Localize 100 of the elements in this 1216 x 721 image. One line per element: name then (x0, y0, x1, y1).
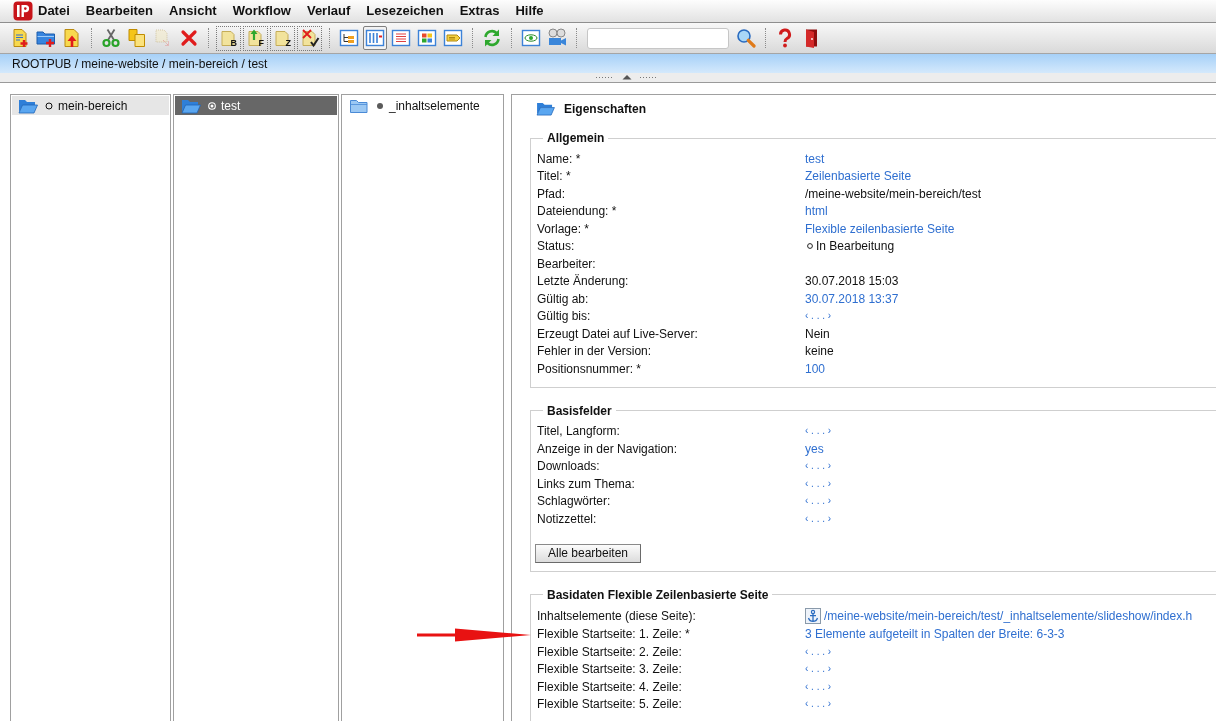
menu-item[interactable]: Workflow (224, 0, 299, 22)
folder-icon (349, 97, 369, 114)
open-folder-icon (181, 97, 201, 114)
field-label: Status: (537, 239, 576, 254)
field-value: /meine-website/mein-bereich/test (805, 186, 983, 201)
value-link[interactable]: test (805, 151, 1216, 166)
field-label: Downloads: (537, 459, 601, 474)
menu-item[interactable]: Lesezeichen (358, 0, 452, 22)
field-label: Flexible Startseite: 3. Zeile: (537, 662, 683, 677)
empty-value-link[interactable]: ‹ . . . › (805, 644, 1216, 659)
field-value: keine (805, 344, 835, 359)
empty-value-link[interactable]: ‹ . . . › (805, 424, 1216, 439)
folder-icon (536, 101, 555, 116)
empty-value-link[interactable]: ‹ . . . › (805, 679, 1216, 694)
menu-item[interactable]: Datei (30, 0, 78, 22)
hollow-circle-icon (807, 243, 813, 250)
menu-item[interactable]: Extras (451, 0, 508, 22)
status-text: In Bearbeitung (816, 239, 895, 254)
document-action-button[interactable] (297, 25, 322, 51)
breadcrumb-path: ROOTPUB / meine-website / mein-bereich / test (12, 56, 268, 71)
search-field[interactable] (587, 27, 729, 49)
app-logo-icon (13, 1, 33, 21)
scissors-icon (101, 28, 121, 48)
column-view-button[interactable] (363, 26, 387, 50)
empty-value-link[interactable]: ‹ . . . › (805, 511, 1216, 526)
field-label: Flexible Startseite: 1. Zeile: * (537, 627, 691, 642)
cross-icon (179, 28, 199, 48)
field-label: Gültig bis: (537, 309, 592, 324)
search-button[interactable] (734, 26, 758, 50)
field-label: Fehler in der Version: (537, 344, 653, 359)
field-value: Nein (805, 326, 831, 341)
field-label: Erzeugt Datei auf Live-Server: (537, 326, 699, 341)
film-projector-icon (547, 28, 567, 48)
empty-value-link[interactable]: ‹ . . . › (805, 476, 1216, 491)
field-label: Pfad: (537, 186, 567, 201)
menu-item[interactable]: Ansicht (161, 0, 225, 22)
menu-item[interactable]: Verlauf (298, 0, 359, 22)
empty-value-link[interactable]: ‹ . . . › (805, 309, 1216, 324)
empty-value-link[interactable]: ‹ . . . › (805, 662, 1216, 677)
folder-plus-icon (36, 28, 56, 48)
empty-value-link[interactable]: ‹ . . . › (805, 494, 1216, 509)
documents-icon (127, 28, 147, 48)
open-folder-icon (18, 97, 38, 114)
field-label: Notizzettel: (537, 511, 598, 526)
ring-dot-icon (208, 101, 216, 110)
value-link[interactable]: yes (805, 441, 1216, 456)
value-link[interactable]: Flexible zeilenbasierte Seite (805, 221, 1216, 236)
value-link[interactable]: 100 (805, 361, 1216, 376)
field-label: Links zum Thema: (537, 476, 636, 491)
document-action-button[interactable]: Z (270, 25, 295, 51)
field-label: Anzeige in der Navigation: (537, 441, 679, 456)
field-label: Schlagwörter: (537, 494, 612, 509)
section-title: Basidaten Flexible Zeilenbasierte Seite (546, 587, 770, 602)
menu-item[interactable]: Bearbeiten (77, 0, 161, 22)
edit-all-button[interactable]: Alle bearbeiten (535, 543, 641, 563)
section-title: Basisfelder (546, 403, 613, 418)
document-action-button[interactable]: F (243, 25, 268, 51)
value-link[interactable]: 3 Elemente aufgeteilt in Spalten der Breite: 6-3-3 (805, 627, 1216, 642)
field-label: Flexible Startseite: 2. Zeile: (537, 644, 683, 659)
field-label: Vorlage: * (537, 221, 591, 236)
field-label: Flexible Startseite: 4. Zeile: (537, 679, 683, 694)
label-view-icon (443, 28, 463, 48)
field-label: Gültig ab: (537, 291, 590, 306)
refresh-icon (482, 28, 502, 48)
field-label: Flexible Startseite: 5. Zeile: (537, 697, 683, 712)
panel-title: Eigenschaften (564, 101, 647, 116)
search-icon (736, 28, 756, 48)
document-up-arrow-icon (62, 28, 82, 48)
value-link[interactable]: /meine-website/mein-bereich/test/_inhaltselemente/slideshow/index.h (824, 609, 1193, 623)
list-view-icon (391, 28, 411, 48)
menu-item[interactable]: Hilfe (507, 0, 552, 22)
folder-item[interactable]: mein-bereich (12, 96, 169, 115)
field-label: Positionsnummer: * (537, 361, 643, 376)
tree-view-icon (339, 28, 359, 48)
folder-item[interactable]: _inhaltselemente (343, 96, 502, 115)
document-plus-icon (10, 28, 30, 48)
field-label: Name: * (537, 151, 582, 166)
folder-name: mein-bereich (58, 98, 128, 113)
field-label: Letzte Änderung: (537, 274, 630, 289)
empty-value-link[interactable]: ‹ . . . › (805, 459, 1216, 474)
cut-button[interactable] (99, 26, 123, 50)
value-link[interactable]: Zeilenbasierte Seite (805, 169, 1216, 184)
field-label: Titel: * (537, 169, 572, 184)
document-action-button[interactable]: B (216, 25, 241, 51)
document-cross-check-icon (299, 28, 320, 48)
hollow-circle-icon (45, 101, 53, 110)
filled-dot-icon (376, 101, 384, 110)
anchor-icon (805, 608, 821, 624)
empty-value-link[interactable]: ‹ . . . › (805, 697, 1216, 712)
field-label: Inhaltselemente (diese Seite): (537, 609, 697, 623)
field-value: 30.07.2018 15:03 (805, 274, 900, 289)
column-view-icon (365, 28, 385, 48)
section-title: Allgemein (546, 131, 606, 145)
field-label: Titel, Langform: (537, 424, 621, 439)
value-link[interactable]: 30.07.2018 13:37 (805, 291, 1216, 306)
field-label: Bearbeiter: (537, 256, 597, 271)
folder-item[interactable]: test (175, 96, 337, 115)
folder-name: _inhaltselemente (389, 98, 480, 113)
value-link[interactable]: html (805, 204, 1216, 219)
folder-name: test (221, 98, 241, 113)
